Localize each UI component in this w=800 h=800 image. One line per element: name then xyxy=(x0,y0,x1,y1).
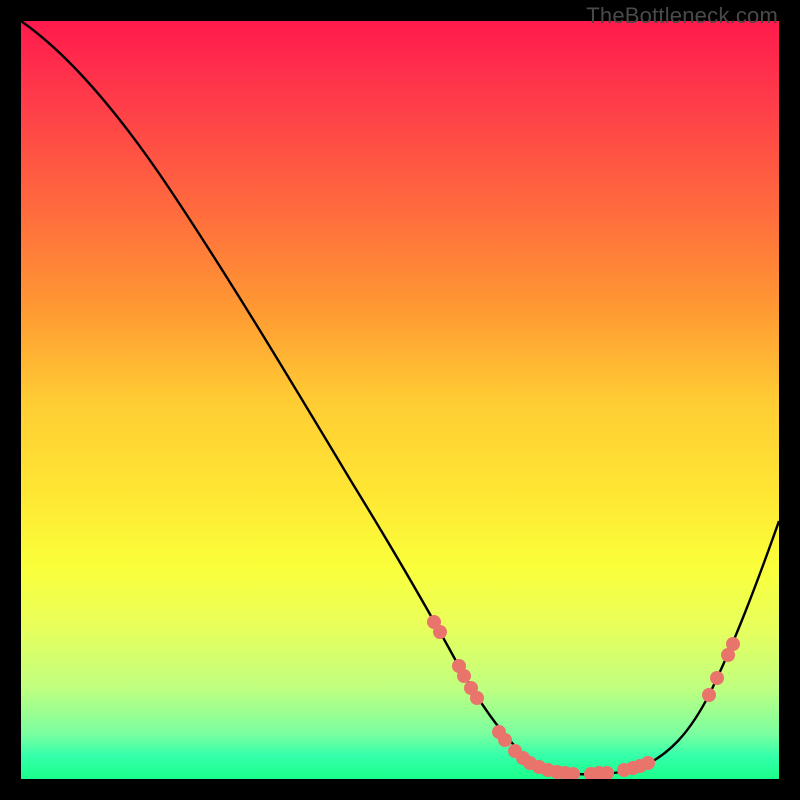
data-dot xyxy=(726,637,740,651)
data-dot xyxy=(702,688,716,702)
curve-line xyxy=(21,21,779,774)
chart-container: TheBottleneck.com xyxy=(0,0,800,800)
watermark-text: TheBottleneck.com xyxy=(586,3,778,29)
data-dot xyxy=(498,733,512,747)
data-dot xyxy=(641,756,655,770)
data-dot xyxy=(433,625,447,639)
data-dot xyxy=(710,671,724,685)
data-dot xyxy=(457,669,471,683)
dots-layer xyxy=(427,615,740,779)
bottleneck-curve-chart xyxy=(21,21,779,779)
plot-area xyxy=(21,21,779,779)
data-dot xyxy=(470,691,484,705)
